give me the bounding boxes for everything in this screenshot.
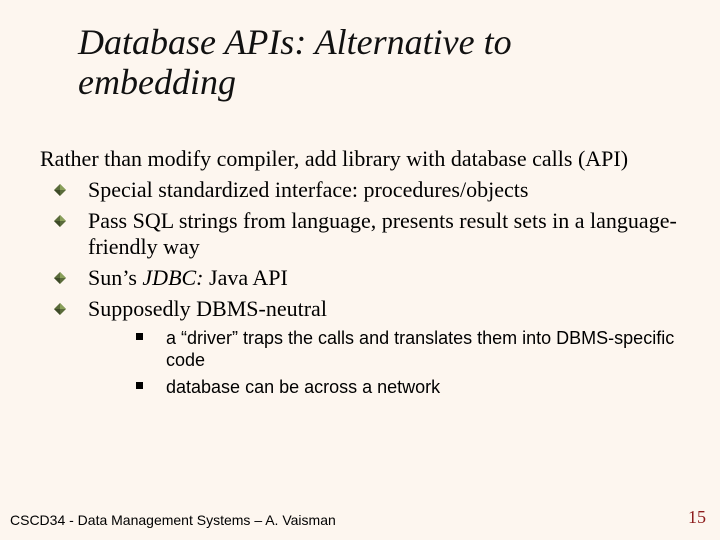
list-item: Sun’s JDBC: Java API (40, 265, 680, 292)
sub-list-item: a “driver” traps the calls and translate… (88, 327, 680, 372)
text-suffix: Java API (204, 265, 288, 290)
sub-item-text: a “driver” traps the calls and translate… (166, 328, 674, 371)
text-emphasis: JDBC: (142, 265, 203, 290)
sub-list: a “driver” traps the calls and translate… (88, 327, 680, 399)
list-item-text: Special standardized interface: procedur… (88, 177, 528, 202)
list-item: Pass SQL strings from language, presents… (40, 208, 680, 262)
square-bullet-icon (136, 382, 143, 389)
list-item: Supposedly DBMS-neutral a “driver” traps… (40, 296, 680, 398)
square-bullet-icon (136, 333, 143, 340)
intro-text: Rather than modify compiler, add library… (40, 146, 680, 173)
slide-title: Database APIs: Alternative to embedding (78, 22, 670, 103)
diamond-bullet-icon (54, 184, 66, 196)
text-prefix: Sun’s (88, 265, 142, 290)
diamond-bullet-icon (54, 303, 66, 315)
bullet-list: Special standardized interface: procedur… (40, 177, 680, 399)
list-item-text: Pass SQL strings from language, presents… (88, 208, 677, 260)
slide-body: Rather than modify compiler, add library… (40, 146, 680, 402)
list-item: Special standardized interface: procedur… (40, 177, 680, 204)
slide: Database APIs: Alternative to embedding … (0, 0, 720, 540)
diamond-bullet-icon (54, 272, 66, 284)
list-item-text: Sun’s JDBC: Java API (88, 265, 288, 290)
footer-text: CSCD34 - Data Management Systems – A. Va… (10, 512, 336, 528)
list-item-text: Supposedly DBMS-neutral (88, 296, 327, 321)
sub-list-item: database can be across a network (88, 376, 680, 399)
page-number: 15 (688, 507, 706, 528)
diamond-bullet-icon (54, 215, 66, 227)
sub-item-text: database can be across a network (166, 377, 440, 397)
